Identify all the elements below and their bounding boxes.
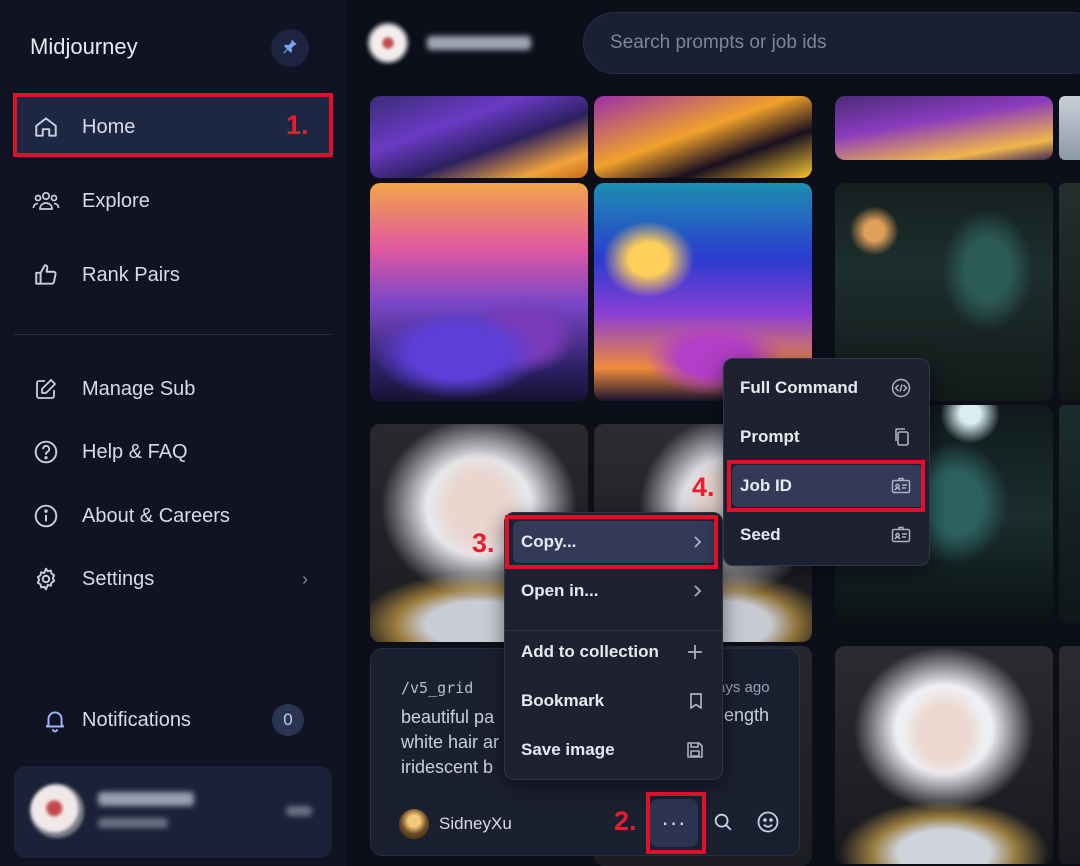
gear-icon — [32, 565, 60, 593]
author-link[interactable]: SidneyXu — [399, 809, 512, 839]
sidebar-item-rank-pairs[interactable]: Rank Pairs — [14, 244, 332, 306]
menu-item-save-image[interactable]: Save image — [513, 729, 716, 771]
chevron-right-icon — [690, 583, 704, 599]
account-card[interactable] — [14, 766, 332, 858]
notifications-label: Notifications — [82, 708, 191, 731]
people-icon — [32, 187, 60, 215]
menu-item-full-command[interactable]: Full Command — [732, 367, 923, 409]
gallery-image[interactable] — [835, 646, 1053, 864]
menu-item-label: Open in... — [521, 581, 599, 600]
sidebar-item-explore[interactable]: Explore — [14, 170, 332, 232]
author-avatar — [399, 809, 429, 839]
annotation-step-4: 4. — [692, 472, 715, 502]
menu-item-add-to-collection[interactable]: Add to collection — [513, 631, 716, 673]
redacted-user-meta — [286, 806, 312, 816]
annotation-step-2: 2. — [614, 806, 637, 836]
menu-item-prompt[interactable]: Prompt — [732, 416, 923, 458]
sidebar-divider — [14, 334, 332, 335]
menu-item-label: Prompt — [740, 427, 800, 446]
menu-item-bookmark[interactable]: Bookmark — [513, 680, 716, 722]
annotation-highlight-copy — [505, 515, 718, 569]
sidebar-item-about-careers[interactable]: About & Careers — [14, 485, 332, 547]
sidebar-item-label: Explore — [82, 189, 150, 212]
redacted-username — [98, 792, 194, 806]
menu-item-label: Save image — [521, 740, 615, 759]
menu-item-seed[interactable]: Seed — [732, 514, 923, 556]
notifications-count-badge: 0 — [272, 704, 304, 736]
notifications-button[interactable]: Notifications 0 — [40, 700, 310, 740]
react-button[interactable] — [753, 809, 783, 839]
sidebar-item-label: Manage Sub — [82, 377, 196, 400]
gallery-image[interactable] — [1059, 183, 1080, 401]
pin-sidebar-button[interactable] — [271, 29, 309, 67]
menu-item-open-in[interactable]: Open in... — [513, 570, 716, 612]
author-name: SidneyXu — [439, 814, 512, 833]
help-icon — [32, 438, 60, 466]
annotation-highlight-more — [646, 792, 706, 854]
menu-item-label: Seed — [740, 525, 781, 544]
smiley-icon — [756, 810, 780, 839]
annotation-highlight-home — [13, 93, 333, 157]
redacted-user-detail — [98, 818, 168, 828]
menu-item-label: Full Command — [740, 378, 859, 397]
search-input[interactable] — [610, 32, 1080, 54]
sidebar-item-settings[interactable]: Settings › — [14, 548, 332, 610]
chevron-right-icon: › — [302, 568, 308, 589]
sidebar-item-label: Help & FAQ — [82, 440, 188, 463]
sidebar-item-label: About & Careers — [82, 504, 230, 527]
gallery-image[interactable] — [370, 183, 588, 401]
gallery-image[interactable] — [1059, 405, 1080, 623]
gallery-image[interactable] — [1059, 646, 1080, 864]
save-icon — [686, 741, 704, 759]
sidebar-item-manage-sub[interactable]: Manage Sub — [14, 358, 332, 420]
prompt-fragment: ength — [724, 705, 770, 725]
job-type-tag: /v5_grid — [401, 679, 474, 697]
sidebar-item-help-faq[interactable]: Help & FAQ — [14, 421, 332, 483]
thumbs-up-icon — [32, 261, 60, 289]
avatar — [30, 784, 84, 838]
gallery-image[interactable] — [835, 96, 1053, 160]
brand-title: Midjourney — [30, 34, 138, 59]
info-icon — [32, 502, 60, 530]
code-icon — [891, 378, 911, 398]
search-bar[interactable] — [583, 12, 1080, 74]
profile-avatar[interactable] — [367, 22, 409, 64]
timestamp: ays ago — [717, 679, 770, 696]
menu-item-label: Add to collection — [521, 642, 659, 661]
gallery-image[interactable] — [1059, 96, 1080, 160]
plus-icon — [686, 643, 704, 661]
search-icon — [712, 811, 734, 838]
annotation-highlight-job-id — [727, 460, 925, 512]
sidebar-item-label: Rank Pairs — [82, 263, 180, 286]
gallery-image[interactable] — [594, 96, 812, 178]
redacted-profile-name — [427, 36, 531, 50]
annotation-step-1: 1. — [286, 110, 309, 140]
pin-icon — [281, 37, 299, 60]
id-card-icon — [891, 526, 911, 544]
menu-item-label: Bookmark — [521, 691, 605, 710]
copy-icon — [893, 427, 911, 447]
top-bar — [345, 0, 1080, 92]
bell-icon — [40, 705, 70, 735]
edit-icon — [32, 375, 60, 403]
sidebar-item-label: Settings — [82, 567, 155, 590]
annotation-step-3: 3. — [472, 528, 495, 558]
bookmark-icon — [688, 692, 704, 710]
gallery-image[interactable] — [370, 96, 588, 178]
search-similar-button[interactable] — [708, 809, 738, 839]
